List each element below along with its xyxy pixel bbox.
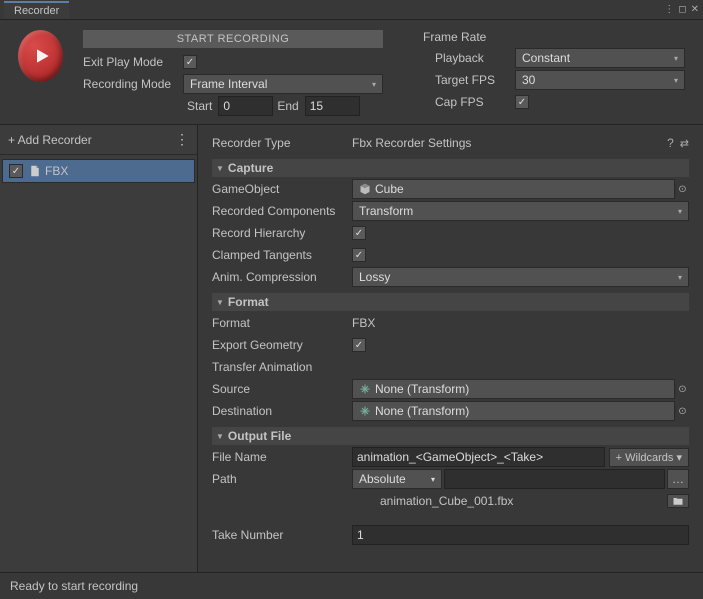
transfer-animation-label: Transfer Animation	[212, 360, 352, 374]
clamped-tangents-label: Clamped Tangents	[212, 248, 352, 262]
folder-open-icon	[672, 495, 684, 507]
record-hierarchy-checkbox[interactable]: ✓	[352, 226, 366, 240]
file-icon	[29, 165, 41, 177]
anim-compression-dropdown[interactable]: Lossy	[352, 267, 689, 287]
record-button[interactable]	[18, 30, 63, 82]
path-browse-button[interactable]: …	[667, 469, 689, 489]
wildcards-button[interactable]: + Wildcards ▾	[609, 448, 689, 467]
recorder-name: FBX	[45, 164, 68, 178]
recorded-components-label: Recorded Components	[212, 204, 352, 218]
anim-compression-label: Anim. Compression	[212, 270, 352, 284]
end-frame-input[interactable]	[305, 96, 360, 116]
destination-field[interactable]: None (Transform)	[352, 401, 675, 421]
cap-fps-label: Cap FPS	[435, 95, 515, 109]
take-number-label: Take Number	[212, 528, 352, 542]
filename-input[interactable]	[352, 447, 605, 467]
status-bar: Ready to start recording	[0, 572, 703, 599]
destination-picker-icon[interactable]: ⊙	[675, 406, 689, 417]
add-recorder-button[interactable]: + Add Recorder	[8, 133, 92, 147]
format-value: FBX	[352, 316, 375, 330]
help-icon[interactable]: ?	[667, 136, 674, 150]
export-geometry-label: Export Geometry	[212, 338, 352, 352]
target-fps-label: Target FPS	[435, 73, 515, 87]
recorder-enable-checkbox[interactable]: ✓	[9, 164, 23, 178]
cap-fps-checkbox[interactable]: ✓	[515, 95, 529, 109]
target-fps-dropdown[interactable]: 30	[515, 70, 685, 90]
format-label: Format	[212, 316, 352, 330]
recording-mode-dropdown[interactable]: Frame Interval	[183, 74, 383, 94]
path-label: Path	[212, 472, 352, 486]
format-section-header[interactable]: Format	[212, 293, 689, 311]
take-number-input[interactable]	[352, 525, 689, 545]
recorder-menu-icon[interactable]: ⋮	[175, 131, 189, 148]
title-bar: Recorder ⋮ ◻ ✕	[0, 0, 703, 20]
start-frame-input[interactable]	[218, 96, 273, 116]
destination-label: Destination	[212, 404, 352, 418]
transform-icon	[359, 405, 371, 417]
end-frame-label: End	[277, 99, 298, 113]
record-hierarchy-label: Record Hierarchy	[212, 226, 352, 240]
start-recording-button[interactable]: START RECORDING	[83, 30, 383, 48]
filename-label: File Name	[212, 450, 352, 464]
resolved-filename: animation_Cube_001.fbx	[352, 494, 667, 508]
gameobject-picker-icon[interactable]: ⊙	[675, 184, 689, 195]
source-picker-icon[interactable]: ⊙	[675, 384, 689, 395]
playback-label: Playback	[435, 51, 515, 65]
playback-dropdown[interactable]: Constant	[515, 48, 685, 68]
window-tab[interactable]: Recorder	[4, 1, 69, 19]
gameobject-field[interactable]: Cube	[352, 179, 675, 199]
exit-play-mode-label: Exit Play Mode	[83, 55, 183, 69]
clamped-tangents-checkbox[interactable]: ✓	[352, 248, 366, 262]
export-geometry-checkbox[interactable]: ✓	[352, 338, 366, 352]
recorder-list-item[interactable]: ✓ FBX	[2, 159, 195, 183]
gameobject-label: GameObject	[212, 182, 352, 196]
source-label: Source	[212, 382, 352, 396]
start-frame-label: Start	[187, 99, 212, 113]
recorder-type-value: Fbx Recorder Settings	[352, 136, 471, 150]
reveal-folder-button[interactable]	[667, 494, 689, 508]
close-icon[interactable]: ✕	[691, 4, 699, 15]
recording-mode-label: Recording Mode	[83, 77, 183, 91]
transform-icon	[359, 383, 371, 395]
path-mode-dropdown[interactable]: Absolute	[352, 469, 442, 489]
menu-icon[interactable]: ⋮	[664, 4, 674, 15]
preset-icon[interactable]: ⇄	[680, 137, 689, 150]
path-input[interactable]	[444, 469, 665, 489]
popout-icon[interactable]: ◻	[678, 4, 686, 15]
output-section-header[interactable]: Output File	[212, 427, 689, 445]
cube-icon	[359, 183, 371, 195]
recorder-type-label: Recorder Type	[212, 136, 352, 150]
source-field[interactable]: None (Transform)	[352, 379, 675, 399]
frame-rate-header: Frame Rate	[423, 30, 685, 44]
exit-play-mode-checkbox[interactable]: ✓	[183, 55, 197, 69]
recorded-components-dropdown[interactable]: Transform	[352, 201, 689, 221]
capture-section-header[interactable]: Capture	[212, 159, 689, 177]
